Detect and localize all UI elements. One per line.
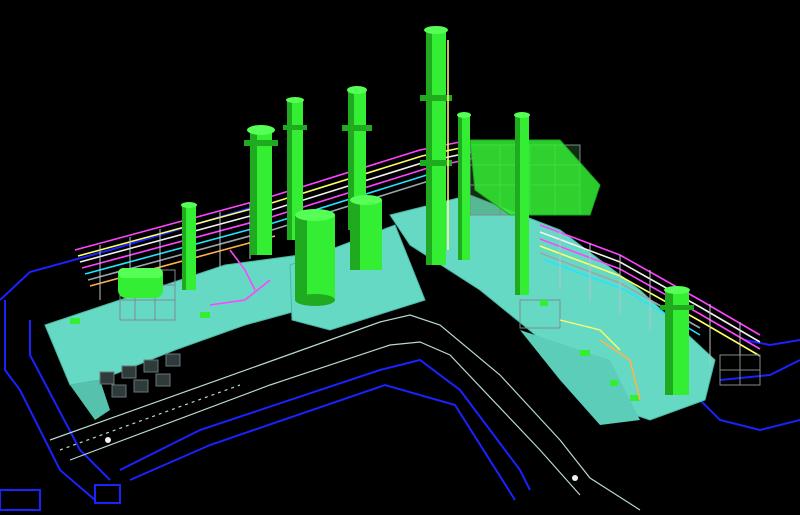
west-slab-front (70, 380, 110, 420)
vessel-horizontal (118, 268, 163, 298)
plant-3d-view (0, 26, 800, 511)
render-viewport (0, 0, 800, 515)
vessel-2 (350, 195, 382, 270)
column-tower-2 (457, 112, 471, 260)
column-tower-3 (514, 112, 530, 295)
column-right (660, 286, 694, 395)
vessel-large (295, 209, 335, 306)
column-small-left (181, 202, 197, 290)
